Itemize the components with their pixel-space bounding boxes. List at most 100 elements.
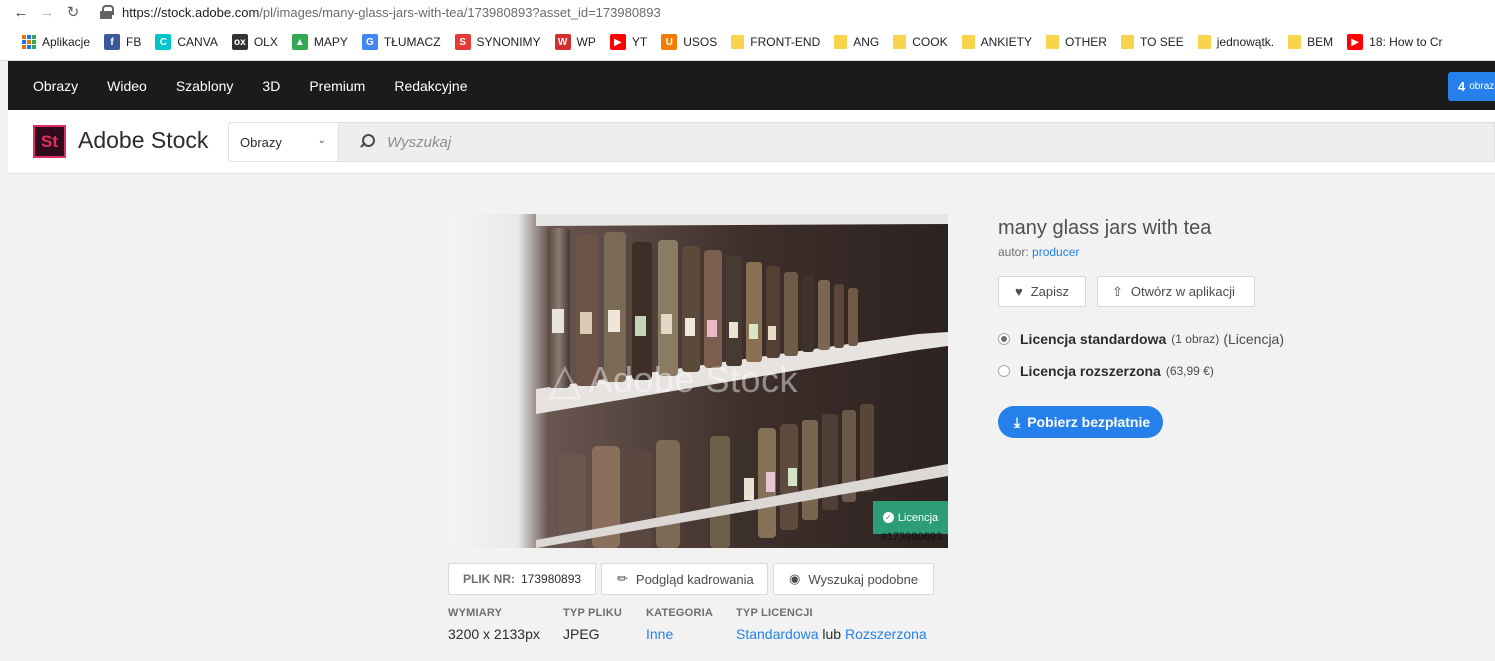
bookmark-label: COOK <box>912 35 948 49</box>
save-label: Zapisz <box>1030 284 1070 299</box>
find-similar-button[interactable]: ◉ Wyszukaj podobne <box>773 563 934 595</box>
bookmark-item[interactable]: ▶ 18: How to Cr <box>1347 34 1443 50</box>
search-icon[interactable] <box>359 134 375 150</box>
crop-preview-label: Podgląd kadrowania <box>635 571 754 587</box>
nav-item-redakcyjne[interactable]: Redakcyjne <box>394 78 467 94</box>
folder-icon <box>893 35 907 49</box>
search-input[interactable]: Wyszukaj <box>387 134 451 151</box>
bookmark-item[interactable]: ANG <box>834 35 879 49</box>
olx-icon: ox <box>231 34 248 50</box>
content-type-select[interactable]: Obrazy ⌄ <box>229 123 339 161</box>
url-path: /pl/images/many-glass-jars-with-tea/1739… <box>259 4 661 20</box>
category-link[interactable]: Inne <box>646 626 673 642</box>
bookmark-item[interactable]: ANKIETY <box>961 35 1032 49</box>
bookmark-label: SYNONIMY <box>476 35 541 49</box>
nav-item-premium[interactable]: Premium <box>309 78 365 94</box>
license-standard-radio[interactable] <box>998 333 1010 345</box>
meta-category: KATEGORIA Inne <box>646 607 713 642</box>
extended-license-link[interactable]: Rozszerzona <box>845 626 927 642</box>
bookmark-item[interactable]: FRONT-END <box>731 35 820 49</box>
nav-item-3d[interactable]: 3D <box>262 78 280 94</box>
license-badge: ✓ Licencja <box>873 501 948 534</box>
bookmark-item[interactable]: C CANVA <box>155 34 218 50</box>
bookmark-item[interactable]: OTHER <box>1045 35 1107 49</box>
reload-icon[interactable]: ↻ <box>60 0 86 24</box>
wp-icon: W <box>554 34 571 50</box>
bookmark-item[interactable]: TO SEE <box>1120 35 1184 49</box>
bookmark-item[interactable]: W WP <box>554 34 596 50</box>
bookmark-item[interactable]: G TŁUMACZ <box>361 34 441 50</box>
bookmark-item[interactable]: jednowątk. <box>1197 35 1274 49</box>
bookmark-item[interactable]: ox OLX <box>231 34 278 50</box>
bookmark-item[interactable]: Aplikacje <box>22 35 90 49</box>
bookmark-item[interactable]: U USOS <box>661 34 717 50</box>
translate-icon: G <box>361 34 378 50</box>
license-standard-name: Licencja standardowa <box>1020 331 1167 347</box>
youtube-icon: ▶ <box>1347 34 1364 50</box>
author-link[interactable]: producer <box>1032 245 1079 259</box>
content-type-value: Obrazy <box>240 134 282 150</box>
folder-icon <box>834 35 848 49</box>
watermark-text: Adobe Stock <box>588 358 798 400</box>
usos-icon: U <box>661 34 678 50</box>
file-number-value: 173980893 <box>521 572 582 586</box>
bookmark-label: CANVA <box>177 35 218 49</box>
meta-dimensions-value: 3200 x 2133px <box>448 626 540 642</box>
heart-icon: ♥ <box>1015 284 1023 299</box>
facebook-icon: f <box>104 34 121 50</box>
save-button[interactable]: ♥ Zapisz <box>998 276 1086 307</box>
bookmark-label: OTHER <box>1064 35 1107 49</box>
apps-grid-icon <box>22 35 36 49</box>
cart-button[interactable]: 4 obraz <box>1448 72 1495 101</box>
bookmark-item[interactable]: BEM <box>1288 35 1333 49</box>
open-in-app-button[interactable]: ⇧ Otwórz w aplikacji <box>1097 276 1255 307</box>
nav-item-wideo[interactable]: Wideo <box>107 78 147 94</box>
license-extended-price: (63,99 €) <box>1165 364 1214 378</box>
meta-file-type: TYP PLIKU JPEG <box>563 607 622 642</box>
search-header: St Adobe Stock Obrazy ⌄ Wyszukaj <box>8 110 1495 174</box>
lock-icon <box>100 5 114 19</box>
folder-icon <box>961 35 975 49</box>
checkmark-icon: ✓ <box>882 512 894 523</box>
adobe-logo-icon: △ <box>548 355 583 404</box>
bookmark-item[interactable]: ▶ YT <box>609 34 647 50</box>
license-standard-option[interactable]: Licencja standardowa (1 obraz) (Licencja… <box>998 331 1284 347</box>
file-number-label: PLIK NR: <box>463 572 515 586</box>
bookmark-label: ANG <box>853 35 880 49</box>
cart-label: obraz <box>1469 81 1495 92</box>
bookmark-item[interactable]: f FB <box>104 34 141 50</box>
bookmarks-bar: Aplikacje f FB C CANVA ox OLX ▲ MAPY G TŁUMACZ S SYN… <box>0 24 1495 61</box>
license-extended-radio[interactable] <box>998 365 1010 377</box>
bookmark-label: BEM <box>1307 35 1334 49</box>
download-button[interactable]: ⤓ Pobierz bezpłatnie <box>998 406 1163 438</box>
license-extended-name: Licencja rozszerzona <box>1020 363 1161 379</box>
bookmark-label: FRONT-END <box>750 35 821 49</box>
bookmark-item[interactable]: S SYNONIMY <box>454 34 541 50</box>
adobe-stock-logo-icon[interactable]: St <box>33 125 66 158</box>
asset-author: autor: producer <box>998 245 1079 259</box>
camera-icon: ◉ <box>789 571 801 586</box>
forward-arrow-icon[interactable]: → <box>34 0 60 24</box>
logo-text[interactable]: Adobe Stock <box>78 127 208 154</box>
find-similar-label: Wyszukaj podobne <box>808 571 919 587</box>
meta-file-type-label: TYP PLIKU <box>563 607 623 619</box>
meta-category-label: KATEGORIA <box>646 607 713 619</box>
license-or-text: lub <box>822 626 842 642</box>
bookmark-item[interactable]: ▲ MAPY <box>291 34 348 50</box>
asset-preview-image[interactable]: △ Adobe Stock <box>448 214 948 548</box>
standard-license-link[interactable]: Standardowa <box>736 626 819 642</box>
license-extended-option[interactable]: Licencja rozszerzona (63,99 €) <box>998 363 1218 379</box>
license-standard-paren: (Licencja) <box>1223 331 1285 347</box>
license-badge-label: Licencja <box>897 511 939 524</box>
back-arrow-icon[interactable]: ← <box>8 0 34 24</box>
address-bar[interactable]: https://stock.adobe.com/pl/images/many-g… <box>100 5 661 20</box>
meta-license-type: TYP LICENCJI Standardowa lub Rozszerzona <box>736 607 927 642</box>
crop-preview-button[interactable]: ✏ Podgląd kadrowania <box>601 563 768 595</box>
bookmark-item[interactable]: COOK <box>893 35 948 49</box>
folder-icon <box>731 35 745 49</box>
nav-item-szablony[interactable]: Szablony <box>176 78 234 94</box>
bookmark-label: TO SEE <box>1139 35 1184 49</box>
chevron-down-icon: ⌄ <box>317 135 326 146</box>
file-number-button[interactable]: PLIK NR: 173980893 <box>448 563 596 595</box>
nav-item-obrazy[interactable]: Obrazy <box>33 78 78 94</box>
